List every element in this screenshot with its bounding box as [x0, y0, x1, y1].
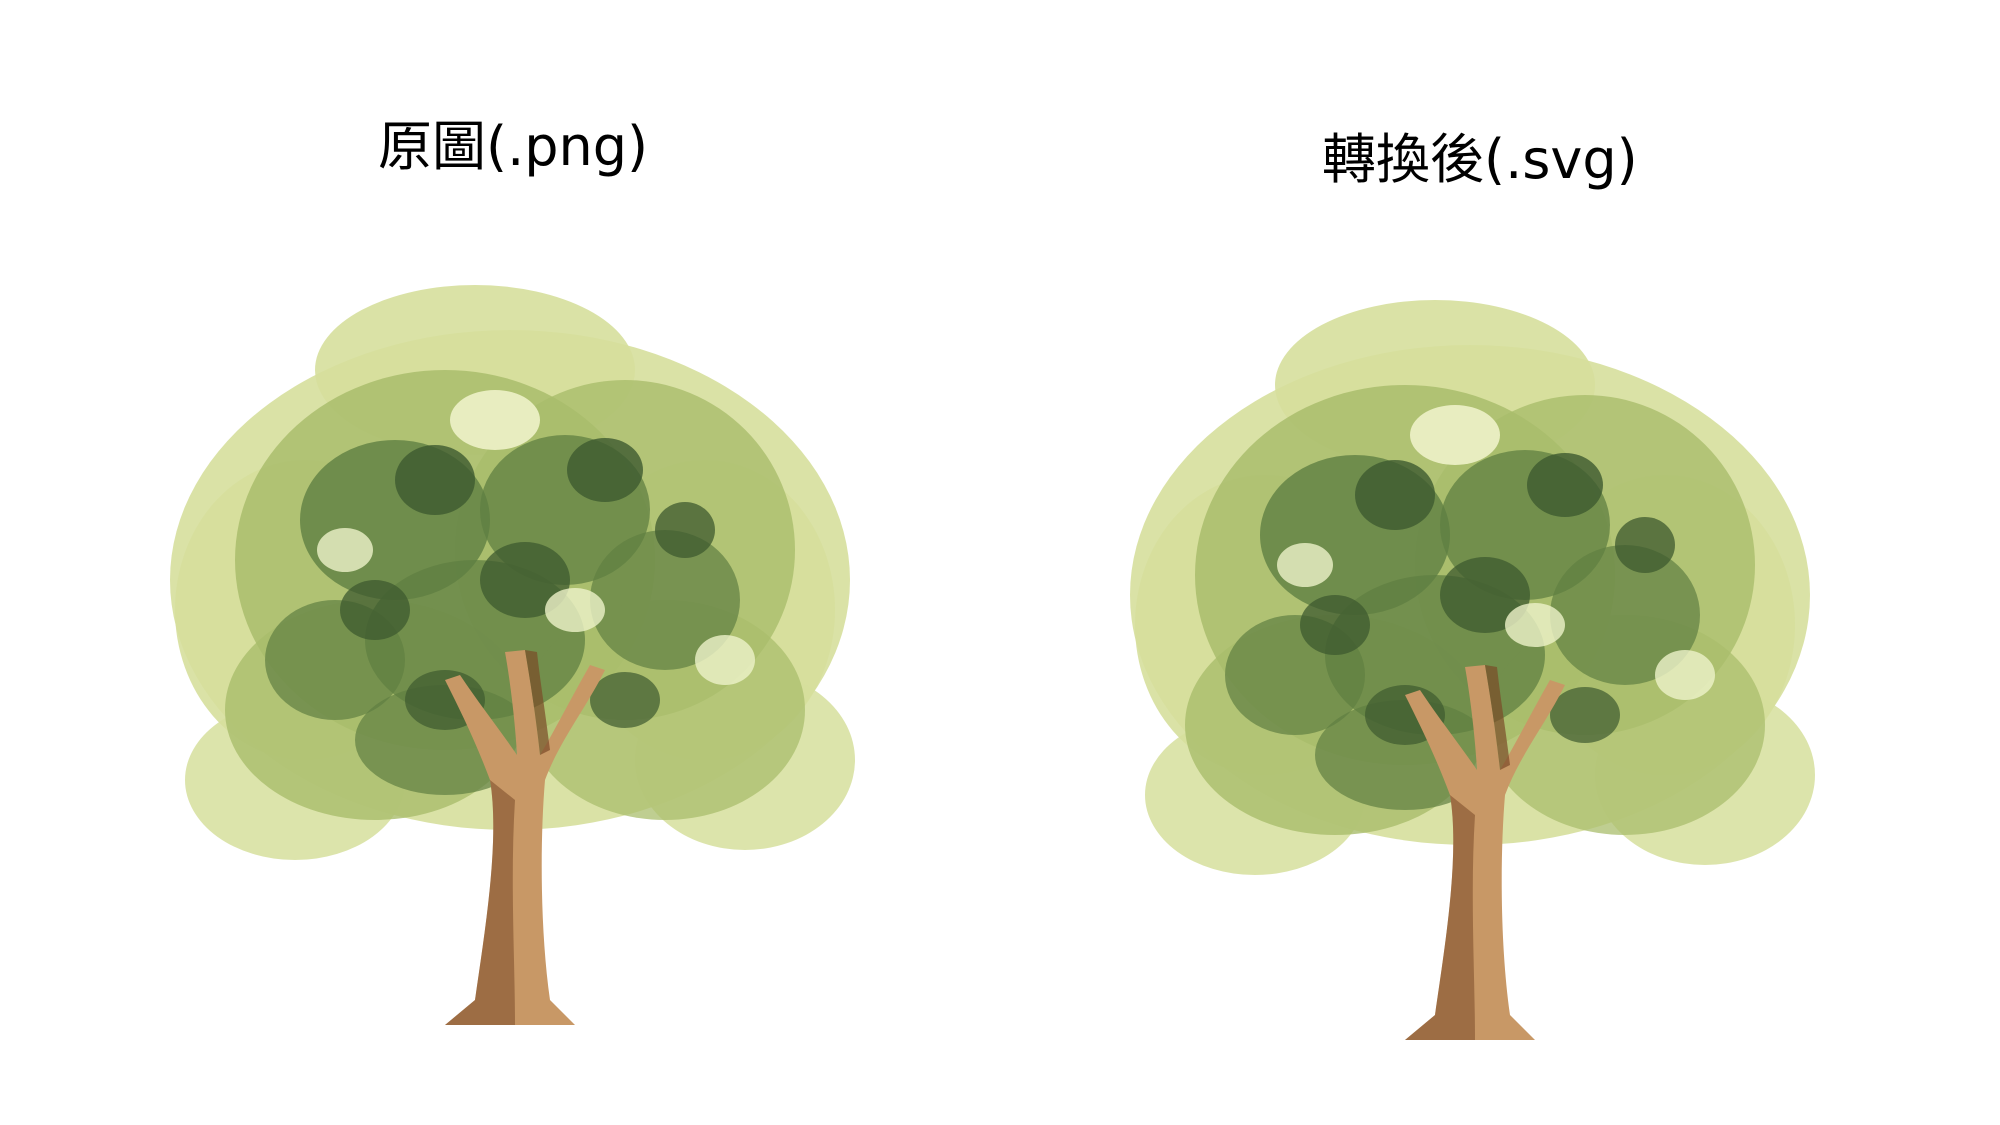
- tree-illustration-original: [170, 285, 855, 1025]
- tree-trunk: [1405, 665, 1565, 1040]
- caption-original-png: 原圖(.png): [378, 115, 649, 178]
- tree-trunk: [445, 650, 605, 1025]
- comparison-page: 原圖(.png) 轉換後(.svg): [0, 0, 2000, 1125]
- caption-converted-svg: 轉換後(.svg): [1322, 128, 1638, 191]
- tree-illustration-converted: [1130, 300, 1815, 1040]
